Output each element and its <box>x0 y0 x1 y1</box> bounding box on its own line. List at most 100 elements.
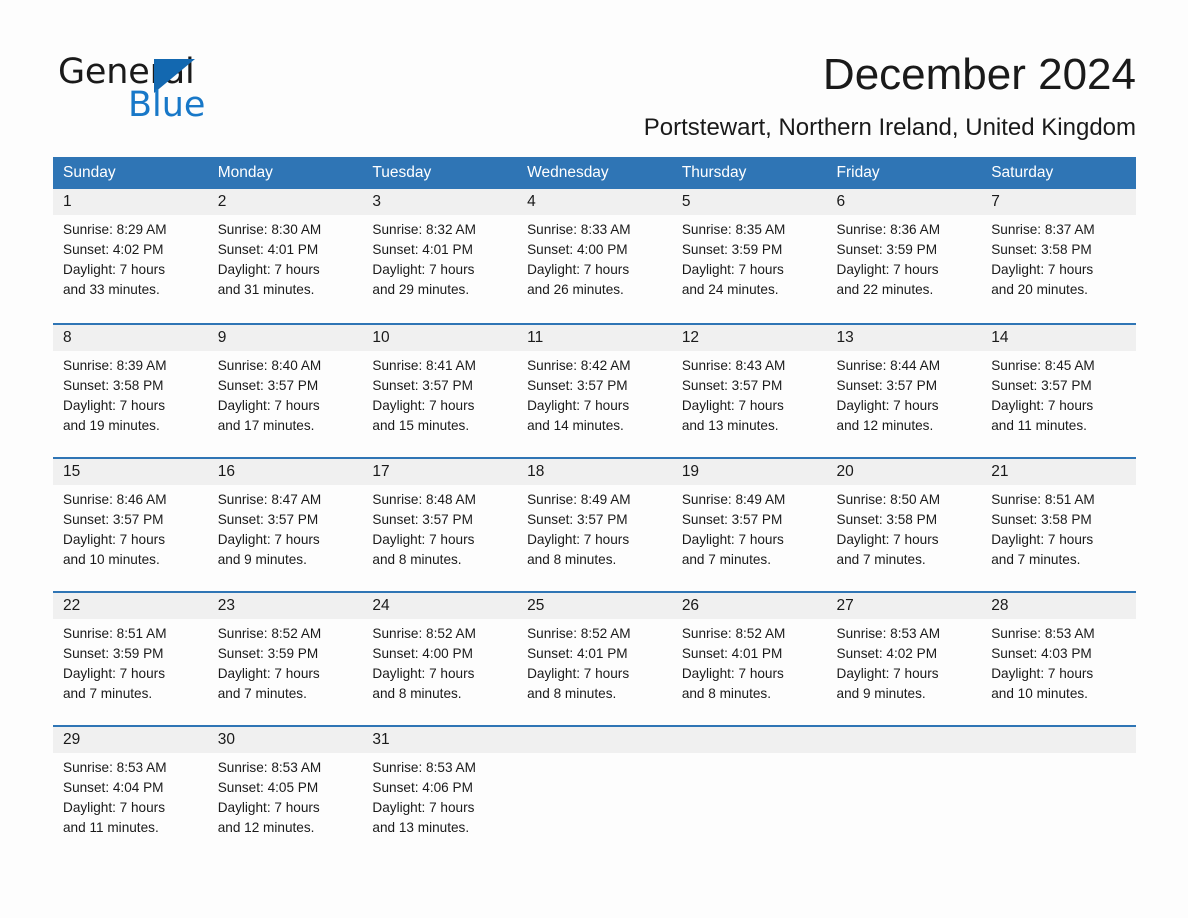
day-number: 11 <box>527 329 544 346</box>
day-number: 29 <box>63 731 81 748</box>
day-cell[interactable]: 6 Sunrise: 8:36 AM Sunset: 3:59 PM Daylig… <box>826 189 982 323</box>
day-sun-info: Sunrise: 8:42 AM Sunset: 3:57 PM Dayligh… <box>527 358 631 433</box>
day-sun-info: Sunrise: 8:51 AM Sunset: 3:59 PM Dayligh… <box>63 626 167 701</box>
day-sun-info: Sunrise: 8:35 AM Sunset: 3:59 PM Dayligh… <box>681 222 786 297</box>
day-number: 14 <box>991 329 1009 346</box>
day-cell[interactable]: 13 Sunrise: 8:44 AM Sunset: 3:57 PM Dayli… <box>826 325 982 457</box>
day-number: 16 <box>217 463 235 480</box>
day-number: 15 <box>63 463 81 480</box>
day-cell[interactable]: 10 Sunrise: 8:41 AM Sunset: 3:57 PM Dayli… <box>362 325 518 457</box>
weekday-header-monday: Monday <box>217 164 273 181</box>
day-number: 22 <box>63 597 81 614</box>
day-cell[interactable]: 5 Sunrise: 8:35 AM Sunset: 3:59 PM Daylig… <box>671 189 827 323</box>
day-number <box>837 727 978 753</box>
weekday-header-row: Sunday Monday Tuesday Wednesday Thursday… <box>53 157 1136 189</box>
day-sun-info: Sunrise: 8:53 AM Sunset: 4:03 PM Dayligh… <box>991 626 1095 701</box>
day-number: 12 <box>681 329 700 346</box>
day-cell[interactable]: 3 Sunrise: 8:32 AM Sunset: 4:01 PM Daylig… <box>362 189 518 323</box>
day-cell[interactable]: 31 Sunrise: 8:53 AM Sunset: 4:06 PM Dayli… <box>362 727 518 859</box>
page-subtitle: Portstewart, Northern Ireland, United Ki… <box>643 114 1136 141</box>
day-sun-info: Sunrise: 8:32 AM Sunset: 4:01 PM Dayligh… <box>372 222 476 297</box>
week-row: 8 Sunrise: 8:39 AM Sunset: 3:58 PM Daylig… <box>53 323 1136 457</box>
day-sun-info: Sunrise: 8:49 AM Sunset: 3:57 PM Dayligh… <box>527 492 631 567</box>
day-cell-empty <box>826 727 982 859</box>
day-sun-info: Sunrise: 8:49 AM Sunset: 3:57 PM Dayligh… <box>681 492 786 567</box>
day-sun-info: Sunrise: 8:36 AM Sunset: 3:59 PM Dayligh… <box>836 222 941 297</box>
day-sun-info: Sunrise: 8:44 AM Sunset: 3:57 PM Dayligh… <box>836 358 941 433</box>
day-sun-info: Sunrise: 8:46 AM Sunset: 3:57 PM Dayligh… <box>63 492 167 567</box>
day-sun-info: Sunrise: 8:43 AM Sunset: 3:57 PM Dayligh… <box>681 358 786 433</box>
day-number: 2 <box>217 193 227 210</box>
day-cell[interactable]: 8 Sunrise: 8:39 AM Sunset: 3:58 PM Daylig… <box>53 325 208 457</box>
day-number: 9 <box>217 329 227 346</box>
day-cell[interactable]: 19 Sunrise: 8:49 AM Sunset: 3:57 PM Dayli… <box>671 459 827 591</box>
day-cell[interactable]: 15 Sunrise: 8:46 AM Sunset: 3:57 PM Dayli… <box>53 459 208 591</box>
day-cell[interactable]: 27 Sunrise: 8:53 AM Sunset: 4:02 PM Dayli… <box>826 593 982 725</box>
day-cell[interactable]: 2 Sunrise: 8:30 AM Sunset: 4:01 PM Daylig… <box>207 189 363 323</box>
day-sun-info: Sunrise: 8:40 AM Sunset: 3:57 PM Dayligh… <box>217 358 322 433</box>
day-cell[interactable]: 23 Sunrise: 8:52 AM Sunset: 3:59 PM Dayli… <box>207 593 363 725</box>
day-cell[interactable]: 9 Sunrise: 8:40 AM Sunset: 3:57 PM Daylig… <box>207 325 363 457</box>
day-sun-info: Sunrise: 8:53 AM Sunset: 4:04 PM Dayligh… <box>63 760 167 835</box>
day-number: 7 <box>991 193 1000 210</box>
day-number: 4 <box>527 193 536 210</box>
day-sun-info: Sunrise: 8:52 AM Sunset: 4:00 PM Dayligh… <box>372 626 476 701</box>
weekday-header-wednesday: Wednesday <box>527 164 609 181</box>
day-cell-empty <box>671 727 827 859</box>
weekday-header-sunday: Sunday <box>63 164 116 181</box>
day-cell[interactable]: 7 Sunrise: 8:37 AM Sunset: 3:58 PM Daylig… <box>981 189 1136 323</box>
day-sun-info: Sunrise: 8:39 AM Sunset: 3:58 PM Dayligh… <box>63 358 167 433</box>
day-cell[interactable]: 26 Sunrise: 8:52 AM Sunset: 4:01 PM Dayli… <box>671 593 827 725</box>
day-sun-info: Sunrise: 8:51 AM Sunset: 3:58 PM Dayligh… <box>991 492 1095 567</box>
day-number <box>527 727 668 753</box>
day-cell[interactable]: 25 Sunrise: 8:52 AM Sunset: 4:01 PM Dayli… <box>517 593 672 725</box>
day-cell[interactable]: 28 Sunrise: 8:53 AM Sunset: 4:03 PM Dayli… <box>981 593 1136 725</box>
weekday-header-friday: Friday <box>836 164 880 181</box>
day-sun-info: Sunrise: 8:52 AM Sunset: 4:01 PM Dayligh… <box>681 626 786 701</box>
day-sun-info: Sunrise: 8:33 AM Sunset: 4:00 PM Dayligh… <box>527 222 631 297</box>
day-cell[interactable]: 4 Sunrise: 8:33 AM Sunset: 4:00 PM Daylig… <box>517 189 672 323</box>
calendar-page: General Blue December 2024 Portstewart, … <box>0 0 1188 918</box>
day-sun-info: Sunrise: 8:53 AM Sunset: 4:05 PM Dayligh… <box>217 760 322 835</box>
day-cell[interactable]: 21 Sunrise: 8:51 AM Sunset: 3:58 PM Dayli… <box>981 459 1136 591</box>
day-number: 31 <box>372 731 390 748</box>
day-cell[interactable]: 17 Sunrise: 8:48 AM Sunset: 3:57 PM Dayli… <box>362 459 518 591</box>
weekday-header-saturday: Saturday <box>991 164 1054 181</box>
day-number <box>682 727 823 753</box>
day-cell[interactable]: 22 Sunrise: 8:51 AM Sunset: 3:59 PM Dayli… <box>53 593 208 725</box>
day-number <box>991 727 1132 753</box>
day-sun-info: Sunrise: 8:48 AM Sunset: 3:57 PM Dayligh… <box>372 492 476 567</box>
day-cell[interactable]: 29 Sunrise: 8:53 AM Sunset: 4:04 PM Dayli… <box>53 727 208 859</box>
day-sun-info: Sunrise: 8:30 AM Sunset: 4:01 PM Dayligh… <box>217 222 322 297</box>
weekday-header-tuesday: Tuesday <box>372 164 432 181</box>
day-number: 28 <box>991 597 1009 614</box>
day-cell-empty <box>517 727 672 859</box>
day-cell[interactable]: 12 Sunrise: 8:43 AM Sunset: 3:57 PM Dayli… <box>671 325 827 457</box>
logo-text-blue: Blue <box>128 85 206 125</box>
day-sun-info: Sunrise: 8:50 AM Sunset: 3:58 PM Dayligh… <box>836 492 941 567</box>
day-cell[interactable]: 24 Sunrise: 8:52 AM Sunset: 4:00 PM Dayli… <box>362 593 518 725</box>
day-number: 26 <box>681 597 700 614</box>
day-cell[interactable]: 11 Sunrise: 8:42 AM Sunset: 3:57 PM Dayli… <box>517 325 672 457</box>
day-sun-info: Sunrise: 8:47 AM Sunset: 3:57 PM Dayligh… <box>217 492 322 567</box>
day-cell[interactable]: 14 Sunrise: 8:45 AM Sunset: 3:57 PM Dayli… <box>981 325 1136 457</box>
day-cell[interactable]: 20 Sunrise: 8:50 AM Sunset: 3:58 PM Dayli… <box>826 459 982 591</box>
page-title: December 2024 <box>822 50 1136 99</box>
day-cell[interactable]: 30 Sunrise: 8:53 AM Sunset: 4:05 PM Dayli… <box>207 727 363 859</box>
day-cell[interactable]: 1 Sunrise: 8:29 AM Sunset: 4:02 PM Daylig… <box>53 189 208 323</box>
calendar-grid: Sunday Monday Tuesday Wednesday Thursday… <box>53 157 1136 859</box>
general-blue-logo[interactable]: General Blue <box>58 52 318 126</box>
weekday-header-thursday: Thursday <box>681 164 747 181</box>
week-row: 29 Sunrise: 8:53 AM Sunset: 4:04 PM Dayli… <box>53 725 1136 859</box>
day-cell[interactable]: 18 Sunrise: 8:49 AM Sunset: 3:57 PM Dayli… <box>517 459 672 591</box>
day-sun-info: Sunrise: 8:29 AM Sunset: 4:02 PM Dayligh… <box>63 222 167 297</box>
day-number: 19 <box>681 463 700 480</box>
day-sun-info: Sunrise: 8:52 AM Sunset: 4:01 PM Dayligh… <box>527 626 631 701</box>
day-number: 21 <box>991 463 1009 480</box>
day-cell[interactable]: 16 Sunrise: 8:47 AM Sunset: 3:57 PM Dayli… <box>207 459 363 591</box>
day-sun-info: Sunrise: 8:52 AM Sunset: 3:59 PM Dayligh… <box>217 626 322 701</box>
day-cell-empty <box>981 727 1136 859</box>
day-number: 30 <box>217 731 235 748</box>
day-number: 25 <box>527 597 545 614</box>
week-row: 15 Sunrise: 8:46 AM Sunset: 3:57 PM Dayli… <box>53 457 1136 591</box>
